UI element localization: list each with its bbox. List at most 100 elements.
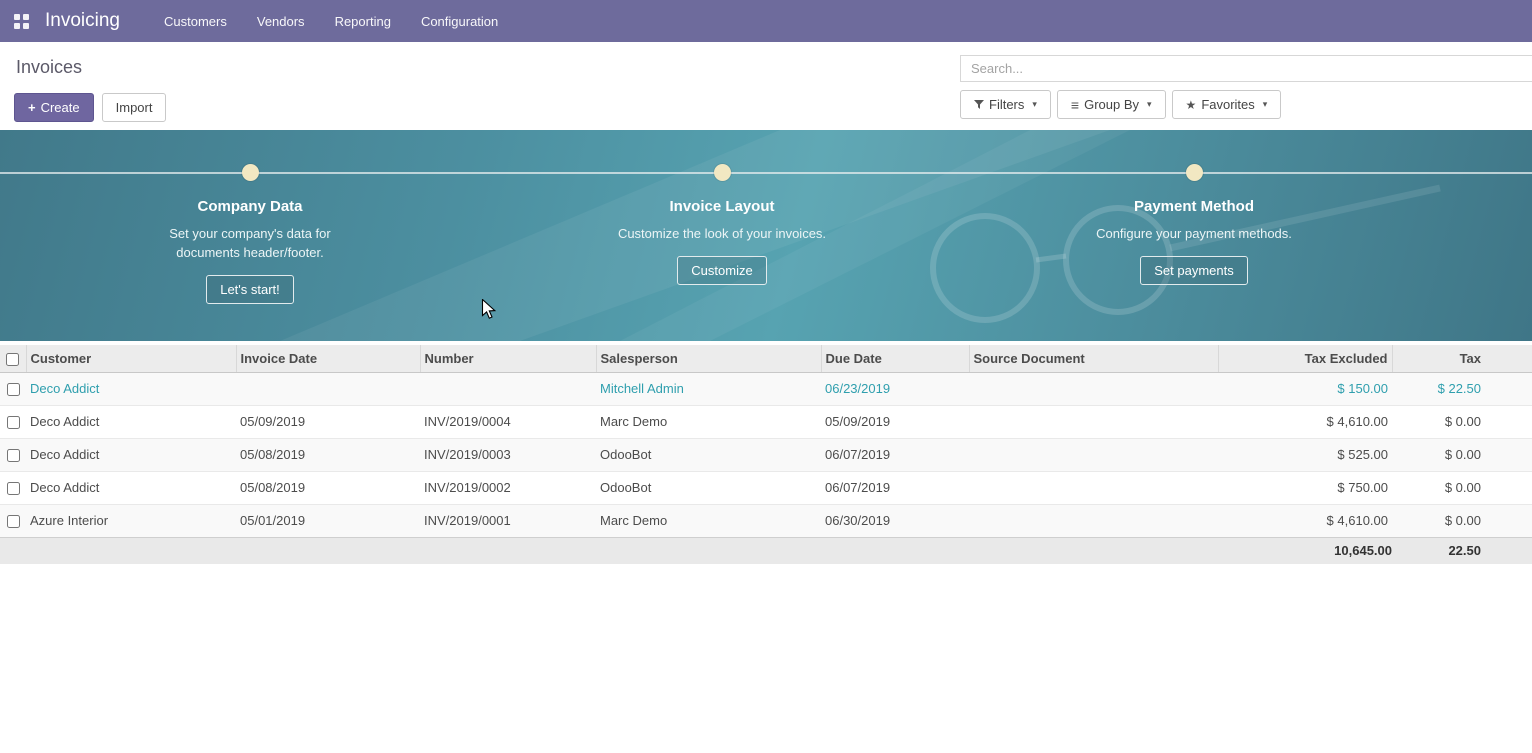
cell-invoice-date[interactable]: 05/01/2019 (236, 504, 420, 537)
table-row[interactable]: Deco Addict 05/08/2019 INV/2019/0002 Odo… (0, 471, 1532, 504)
cell-tax-excluded[interactable]: $ 525.00 (1218, 438, 1392, 471)
cell-salesperson[interactable]: Marc Demo (596, 405, 821, 438)
cell-number[interactable] (420, 372, 596, 405)
step-title: Company Data (197, 198, 302, 215)
cell-source-document[interactable] (969, 504, 1218, 537)
cell-invoice-date[interactable] (236, 372, 420, 405)
cell-due-date[interactable]: 05/09/2019 (821, 405, 969, 438)
cell-due-date[interactable]: 06/23/2019 (821, 372, 969, 405)
cell-tax-excluded[interactable]: $ 4,610.00 (1218, 405, 1392, 438)
onboarding-step-invoice-layout: Invoice Layout Customize the look of you… (486, 130, 958, 341)
col-salesperson[interactable]: Salesperson (596, 345, 821, 372)
cell-tax[interactable]: $ 0.00 (1392, 504, 1532, 537)
menu-vendors[interactable]: Vendors (257, 14, 305, 29)
total-tax-excluded: 10,645.00 (1218, 537, 1392, 564)
filter-funnel-icon (974, 100, 984, 110)
col-number[interactable]: Number (420, 345, 596, 372)
cell-invoice-date[interactable]: 05/09/2019 (236, 405, 420, 438)
select-all-checkbox[interactable] (6, 353, 19, 366)
cell-due-date[interactable]: 06/07/2019 (821, 471, 969, 504)
cell-source-document[interactable] (969, 372, 1218, 405)
lets-start-button[interactable]: Let's start! (206, 275, 294, 304)
col-tax-excluded[interactable]: Tax Excluded (1218, 345, 1392, 372)
cell-invoice-date[interactable]: 05/08/2019 (236, 438, 420, 471)
cell-tax-excluded[interactable]: $ 750.00 (1218, 471, 1392, 504)
favorites-button[interactable]: ★ Favorites ▾ (1172, 90, 1282, 119)
row-checkbox[interactable] (7, 515, 20, 528)
cell-tax[interactable]: $ 0.00 (1392, 405, 1532, 438)
step-dot-icon (714, 164, 731, 181)
cell-tax-excluded[interactable]: $ 150.00 (1218, 372, 1392, 405)
create-button[interactable]: + Create (14, 93, 94, 122)
row-checkbox[interactable] (7, 449, 20, 462)
import-button[interactable]: Import (102, 93, 167, 122)
cell-salesperson[interactable]: Marc Demo (596, 504, 821, 537)
favorites-button-label: Favorites (1201, 97, 1254, 112)
cell-salesperson[interactable]: Mitchell Admin (596, 372, 821, 405)
table-header-row: Customer Invoice Date Number Salesperson… (0, 345, 1532, 372)
cell-tax[interactable]: $ 0.00 (1392, 471, 1532, 504)
table-row[interactable]: Deco Addict Mitchell Admin 06/23/2019 $ … (0, 372, 1532, 405)
star-icon: ★ (1186, 98, 1197, 112)
table-row[interactable]: Azure Interior 05/01/2019 INV/2019/0001 … (0, 504, 1532, 537)
cell-customer[interactable]: Deco Addict (26, 372, 236, 405)
table-row[interactable]: Deco Addict 05/08/2019 INV/2019/0003 Odo… (0, 438, 1532, 471)
row-checkbox[interactable] (7, 383, 20, 396)
cell-number[interactable]: INV/2019/0004 (420, 405, 596, 438)
col-customer[interactable]: Customer (26, 345, 236, 372)
set-payments-button[interactable]: Set payments (1140, 256, 1248, 285)
step-description: Set your company's data for documents he… (141, 224, 359, 262)
menu-customers[interactable]: Customers (164, 14, 227, 29)
cell-source-document[interactable] (969, 438, 1218, 471)
cell-tax-excluded[interactable]: $ 4,610.00 (1218, 504, 1392, 537)
col-tax[interactable]: Tax (1392, 345, 1532, 372)
total-tax: 22.50 (1392, 537, 1532, 564)
chevron-down-icon: ▾ (1263, 99, 1268, 110)
app-title[interactable]: Invoicing (45, 10, 120, 32)
table-row[interactable]: Deco Addict 05/09/2019 INV/2019/0004 Mar… (0, 405, 1532, 438)
step-title: Invoice Layout (669, 198, 774, 215)
step-title: Payment Method (1134, 198, 1254, 215)
apps-grid-icon[interactable] (14, 14, 29, 29)
cell-due-date[interactable]: 06/07/2019 (821, 438, 969, 471)
col-due-date[interactable]: Due Date (821, 345, 969, 372)
onboarding-step-company-data: Company Data Set your company's data for… (14, 130, 486, 341)
cell-customer[interactable]: Deco Addict (26, 405, 236, 438)
cell-tax[interactable]: $ 0.00 (1392, 438, 1532, 471)
control-panel: Invoices + Create Import Filters ▾ ≡ Gro… (0, 42, 1532, 130)
cell-tax[interactable]: $ 22.50 (1392, 372, 1532, 405)
step-dot-icon (242, 164, 259, 181)
col-source-document[interactable]: Source Document (969, 345, 1218, 372)
cell-source-document[interactable] (969, 471, 1218, 504)
cell-customer[interactable]: Deco Addict (26, 438, 236, 471)
filters-button[interactable]: Filters ▾ (960, 90, 1051, 119)
step-description: Customize the look of your invoices. (618, 224, 826, 243)
top-menu: Customers Vendors Reporting Configuratio… (164, 14, 498, 29)
invoice-table: Customer Invoice Date Number Salesperson… (0, 345, 1532, 564)
row-checkbox[interactable] (7, 482, 20, 495)
group-by-button[interactable]: ≡ Group By ▾ (1057, 90, 1166, 119)
cell-salesperson[interactable]: OdooBot (596, 438, 821, 471)
menu-reporting[interactable]: Reporting (335, 14, 391, 29)
menu-configuration[interactable]: Configuration (421, 14, 498, 29)
cell-source-document[interactable] (969, 405, 1218, 438)
table-total-row: 10,645.00 22.50 (0, 537, 1532, 564)
chevron-down-icon: ▾ (1032, 99, 1037, 110)
cell-number[interactable]: INV/2019/0003 (420, 438, 596, 471)
cell-customer[interactable]: Azure Interior (26, 504, 236, 537)
cell-number[interactable]: INV/2019/0001 (420, 504, 596, 537)
col-invoice-date[interactable]: Invoice Date (236, 345, 420, 372)
cell-customer[interactable]: Deco Addict (26, 471, 236, 504)
cell-salesperson[interactable]: OdooBot (596, 471, 821, 504)
group-by-icon: ≡ (1071, 97, 1079, 113)
navbar: Invoicing Customers Vendors Reporting Co… (0, 0, 1532, 42)
cell-due-date[interactable]: 06/30/2019 (821, 504, 969, 537)
customize-button[interactable]: Customize (677, 256, 766, 285)
row-checkbox[interactable] (7, 416, 20, 429)
select-all-cell (0, 345, 26, 372)
cell-number[interactable]: INV/2019/0002 (420, 471, 596, 504)
onboarding-step-payment-method: Payment Method Configure your payment me… (958, 130, 1430, 341)
onboarding-banner: Company Data Set your company's data for… (0, 130, 1532, 341)
cell-invoice-date[interactable]: 05/08/2019 (236, 471, 420, 504)
search-input[interactable] (960, 55, 1532, 82)
